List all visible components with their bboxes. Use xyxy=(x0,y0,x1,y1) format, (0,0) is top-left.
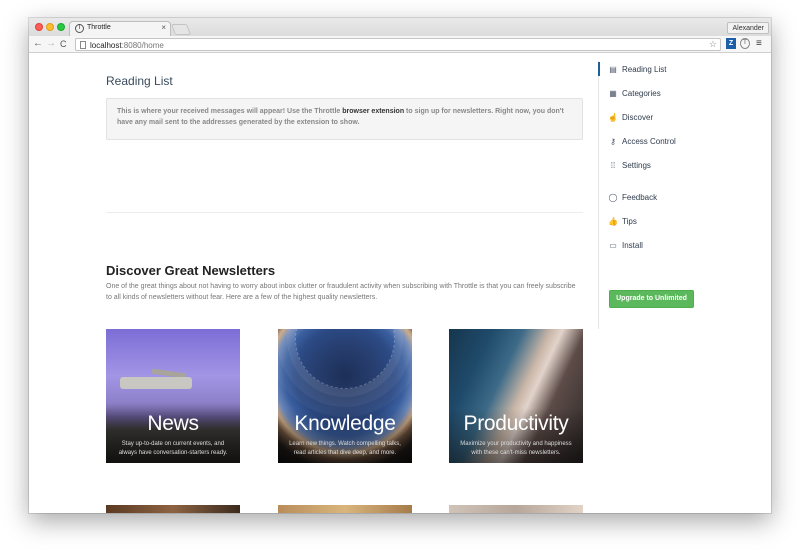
active-indicator xyxy=(598,62,600,76)
discover-heading: Discover Great Newsletters xyxy=(106,263,276,278)
sidebar-item-label: Install xyxy=(622,241,643,250)
sidebar-item-tips[interactable]: 👍 Tips xyxy=(608,215,637,229)
tab-title: Throttle xyxy=(87,24,111,31)
plane-fuselage-image xyxy=(120,377,192,389)
forward-icon[interactable]: → xyxy=(46,38,56,50)
url-host: localhost xyxy=(90,41,122,50)
sidebar-item-install[interactable]: ▭ Install xyxy=(608,239,643,253)
newsletter-card-partial[interactable] xyxy=(106,505,240,513)
card-subtitle: Learn new things. Watch compelling talks… xyxy=(289,441,401,456)
back-icon[interactable]: ← xyxy=(33,38,43,50)
browser-toolbar: ← → C localhost:8080/home ☆ Z T ≡ xyxy=(29,36,771,53)
discover-description: One of the great things about not having… xyxy=(106,283,576,301)
address-bar[interactable]: localhost:8080/home ☆ xyxy=(75,38,721,51)
menu-icon[interactable]: ≡ xyxy=(756,38,762,49)
settings-icon: ⁞⁞ xyxy=(610,161,616,170)
sidebar-nav: ▤ Reading List ▦ Categories ☝ Discover ⚷ Acc… xyxy=(598,61,771,329)
bookmark-star-icon[interactable]: ☆ xyxy=(709,39,717,50)
throttle-favicon-icon: T xyxy=(75,24,84,33)
categories-icon: ▦ xyxy=(609,89,617,98)
sidebar-item-label: Feedback xyxy=(622,193,658,202)
empty-state-alert: This is where your received messages wil… xyxy=(106,98,583,140)
monitor-icon: ▭ xyxy=(609,241,617,250)
upgrade-button[interactable]: Upgrade to Unlimited xyxy=(609,290,694,308)
sidebar-item-reading-list[interactable]: ▤ Reading List xyxy=(608,63,666,77)
news-card[interactable]: News Stay up-to-date on current events, … xyxy=(106,329,240,463)
profile-button[interactable]: Alexander xyxy=(727,22,769,34)
sidebar-item-label: Access Control xyxy=(622,137,676,146)
browser-extension-link[interactable]: browser extension xyxy=(342,108,404,115)
section-divider xyxy=(106,212,583,213)
sidebar-item-label: Settings xyxy=(622,161,651,170)
close-window-button[interactable] xyxy=(35,23,43,31)
browser-window: T Throttle × Alexander ← → C localhost:8… xyxy=(29,18,771,513)
card-subtitle: Stay up-to-date on current events, and a… xyxy=(118,441,228,456)
card-title: Productivity xyxy=(463,412,569,435)
key-icon: ⚷ xyxy=(610,137,616,146)
sidebar-item-label: Categories xyxy=(622,89,661,98)
sidebar-item-label: Reading List xyxy=(622,65,667,74)
newsletter-card-partial[interactable] xyxy=(278,505,412,513)
alert-text-start: This is where your received messages wil… xyxy=(117,108,343,115)
title-bar: T Throttle × Alexander xyxy=(29,18,771,36)
browser-tab[interactable]: T Throttle × xyxy=(69,21,171,36)
sidebar-item-categories[interactable]: ▦ Categories xyxy=(608,87,661,101)
sidebar-item-discover[interactable]: ☝ Discover xyxy=(608,111,653,125)
sidebar-item-label: Tips xyxy=(622,217,637,226)
url-path: :8080/home xyxy=(121,41,164,50)
url-text[interactable]: localhost:8080/home xyxy=(90,40,164,51)
discover-icon: ☝ xyxy=(608,113,618,122)
reading-list-icon: ▤ xyxy=(609,65,617,74)
page-icon xyxy=(80,41,86,49)
productivity-card[interactable]: Productivity Maximize your productivity … xyxy=(449,329,583,463)
card-subtitle: Maximize your productivity and happiness… xyxy=(460,441,572,456)
page-content: Reading List This is where your received… xyxy=(29,53,771,513)
minimize-window-button[interactable] xyxy=(46,23,54,31)
knowledge-card[interactable]: Knowledge Learn new things. Watch compel… xyxy=(278,329,412,463)
card-title: Knowledge xyxy=(294,412,396,435)
new-tab-button[interactable] xyxy=(170,24,192,35)
star-trails-image xyxy=(295,329,395,389)
thumbs-up-icon: 👍 xyxy=(608,217,618,226)
card-title: News xyxy=(147,412,199,435)
extension-z-icon[interactable]: Z xyxy=(726,38,736,49)
sidebar-item-label: Discover xyxy=(622,113,654,122)
sidebar-item-access-control[interactable]: ⚷ Access Control xyxy=(608,135,676,149)
sidebar-item-settings[interactable]: ⁞⁞ Settings xyxy=(608,159,651,173)
reload-icon[interactable]: C xyxy=(60,38,67,50)
reading-list-heading: Reading List xyxy=(106,74,173,88)
sidebar-item-feedback[interactable]: ◯ Feedback xyxy=(608,191,658,205)
throttle-extension-icon[interactable]: T xyxy=(740,38,750,49)
maximize-window-button[interactable] xyxy=(57,23,65,31)
newsletter-card-partial[interactable] xyxy=(449,505,583,513)
tab-close-icon[interactable]: × xyxy=(161,23,166,32)
feedback-icon: ◯ xyxy=(608,193,618,202)
